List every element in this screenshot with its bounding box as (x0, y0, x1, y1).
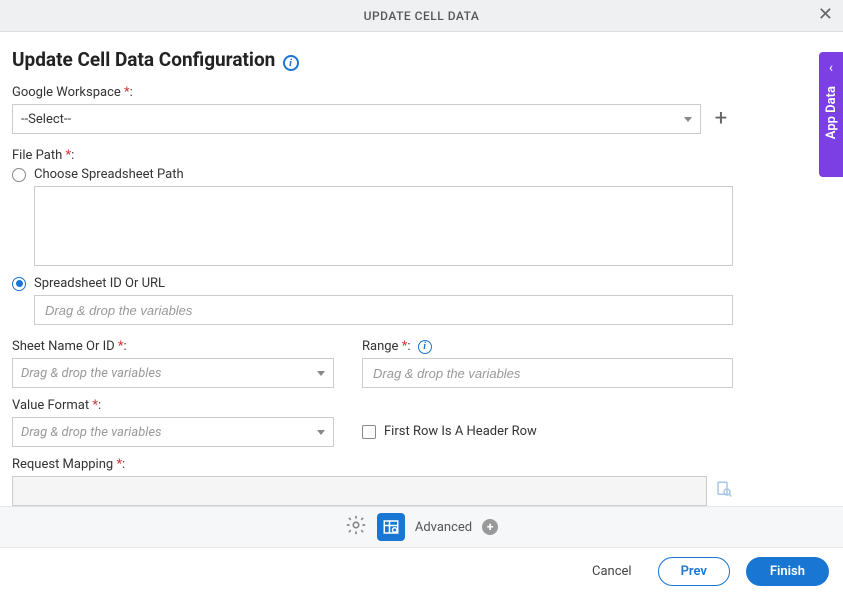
cancel-button[interactable]: Cancel (582, 558, 642, 585)
file-path-label: File Path *: (12, 148, 733, 163)
info-icon[interactable]: i (418, 340, 432, 354)
request-mapping-label: Request Mapping *: (12, 457, 733, 472)
search-document-icon[interactable] (715, 480, 733, 502)
app-data-panel-tab[interactable]: ‹ App Data (819, 52, 843, 177)
spreadsheet-path-box[interactable] (34, 186, 733, 266)
google-workspace-value: --Select-- (21, 112, 71, 127)
range-label: Range *: i (362, 339, 733, 354)
value-format-select[interactable]: Drag & drop the variables (12, 417, 334, 447)
advanced-label: Advanced (415, 520, 472, 535)
bottom-toolbar: Advanced + (0, 506, 843, 548)
google-workspace-select[interactable]: --Select-- (12, 104, 701, 134)
prev-button[interactable]: Prev (658, 557, 730, 586)
dialog-footer: Cancel Prev Finish (0, 548, 843, 594)
finish-button[interactable]: Finish (746, 557, 829, 586)
page-title: Update Cell Data Configuration (12, 48, 275, 71)
first-row-header-checkbox[interactable] (362, 425, 376, 439)
google-workspace-label: Google Workspace *: (12, 85, 733, 100)
chevron-down-icon (684, 117, 692, 122)
sheet-name-placeholder: Drag & drop the variables (21, 366, 162, 381)
chevron-down-icon (317, 430, 325, 435)
chevron-down-icon (317, 371, 325, 376)
dialog-title: UPDATE CELL DATA (364, 9, 480, 23)
value-format-label: Value Format *: (12, 398, 334, 413)
info-icon[interactable]: i (283, 55, 299, 71)
sheet-name-label: Sheet Name Or ID *: (12, 339, 334, 354)
advanced-add-button[interactable]: + (482, 519, 498, 535)
add-workspace-button[interactable]: + (709, 108, 733, 130)
chevron-left-icon: ‹ (829, 60, 833, 76)
spreadsheet-id-url-input[interactable] (34, 295, 733, 325)
request-mapping-input[interactable] (12, 476, 707, 506)
table-config-icon[interactable] (377, 513, 405, 541)
dialog-header: UPDATE CELL DATA ✕ (0, 0, 843, 32)
radio-choose-path[interactable] (12, 168, 26, 182)
sheet-name-select[interactable]: Drag & drop the variables (12, 358, 334, 388)
value-format-placeholder: Drag & drop the variables (21, 425, 162, 440)
radio-choose-path-label: Choose Spreadsheet Path (34, 167, 184, 182)
first-row-header-label: First Row Is A Header Row (384, 424, 537, 439)
form-content: Update Cell Data Configuration i Google … (0, 32, 843, 522)
range-input[interactable] (362, 358, 733, 388)
gear-icon[interactable] (345, 514, 367, 540)
app-data-label: App Data (824, 86, 839, 139)
radio-id-url-label: Spreadsheet ID Or URL (34, 276, 165, 291)
close-icon[interactable]: ✕ (818, 6, 833, 24)
radio-id-url[interactable] (12, 277, 26, 291)
